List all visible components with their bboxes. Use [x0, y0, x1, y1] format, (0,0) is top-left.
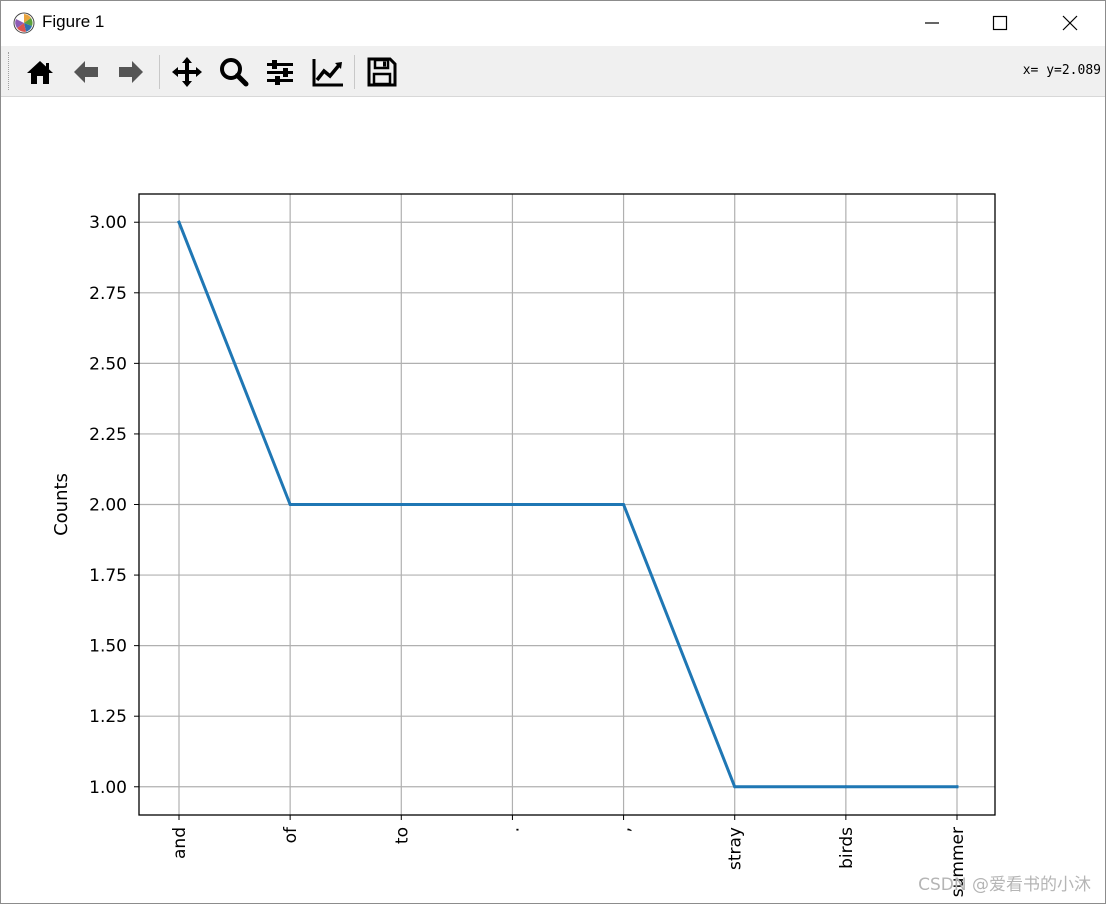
- x-tick-label: to: [392, 827, 412, 844]
- subplots-button[interactable]: [263, 55, 297, 89]
- y-tick-label: 1.75: [89, 566, 127, 586]
- data-point: [177, 220, 181, 224]
- toolbar-separator: [159, 55, 160, 89]
- edit-axes-button[interactable]: [310, 55, 344, 89]
- x-tick-label: ,: [615, 827, 635, 832]
- data-point: [399, 503, 403, 506]
- minimize-icon: [925, 22, 939, 24]
- matplotlib-logo-icon: [13, 12, 35, 34]
- y-tick-label: 2.00: [89, 496, 127, 516]
- title-bar: Figure 1: [1, 1, 1105, 46]
- maximize-icon: [992, 15, 1008, 31]
- x-tick-label: and: [170, 827, 190, 859]
- figure-window: Figure 1 x= y=2.089 1.00 1.25 1.50 1.75 …: [0, 0, 1106, 904]
- forward-button[interactable]: [114, 55, 148, 89]
- minimize-button[interactable]: [909, 1, 955, 46]
- back-button[interactable]: [69, 55, 103, 89]
- data-point: [510, 503, 514, 506]
- window-title: Figure 1: [42, 12, 105, 31]
- x-tick-label: birds: [837, 827, 857, 869]
- pan-icon: [172, 57, 202, 87]
- y-tick-label: 2.25: [89, 425, 127, 445]
- y-tick-label: 1.25: [89, 707, 127, 727]
- y-axis-label: Counts: [51, 473, 72, 536]
- home-button[interactable]: [23, 55, 57, 89]
- navigation-toolbar: x= y=2.089: [1, 46, 1105, 97]
- y-tick-label: 1.50: [89, 637, 127, 657]
- figure-canvas[interactable]: 1.00 1.25 1.50 1.75 2.00 2.25 2.50 2.75 3.00 and o…: [1, 97, 1105, 903]
- edit-axes-icon: [312, 59, 343, 87]
- forward-icon: [119, 61, 143, 83]
- close-button[interactable]: [1047, 1, 1093, 46]
- save-button[interactable]: [365, 55, 399, 89]
- back-icon: [74, 61, 98, 83]
- close-icon: [1062, 15, 1078, 31]
- y-tick-label: 2.75: [89, 284, 127, 304]
- subplots-icon: [267, 60, 293, 85]
- y-tick-label: 2.50: [89, 354, 127, 374]
- save-icon: [367, 57, 397, 87]
- x-tick-label: .: [503, 827, 523, 832]
- y-tick-label: 3.00: [89, 213, 127, 233]
- toolbar-grip: [8, 52, 11, 90]
- pan-button[interactable]: [170, 55, 204, 89]
- maximize-button[interactable]: [977, 1, 1023, 46]
- y-tick-label: 1.00: [89, 778, 127, 798]
- x-tick-label: of: [281, 826, 301, 843]
- line-chart: 1.00 1.25 1.50 1.75 2.00 2.25 2.50 2.75 3.00 and o…: [51, 193, 996, 897]
- zoom-icon: [220, 58, 249, 87]
- zoom-button[interactable]: [217, 55, 251, 89]
- x-tick-label: stray: [726, 827, 746, 870]
- toolbar-separator: [354, 55, 355, 89]
- data-point: [844, 785, 848, 789]
- data-point: [733, 785, 737, 789]
- watermark: CSDN @爱看书的小沐: [918, 875, 1091, 895]
- cursor-coordinates: x= y=2.089: [1022, 63, 1101, 78]
- home-icon: [27, 61, 53, 84]
- data-point: [288, 503, 292, 506]
- data-point: [955, 785, 959, 789]
- data-point: [622, 503, 626, 506]
